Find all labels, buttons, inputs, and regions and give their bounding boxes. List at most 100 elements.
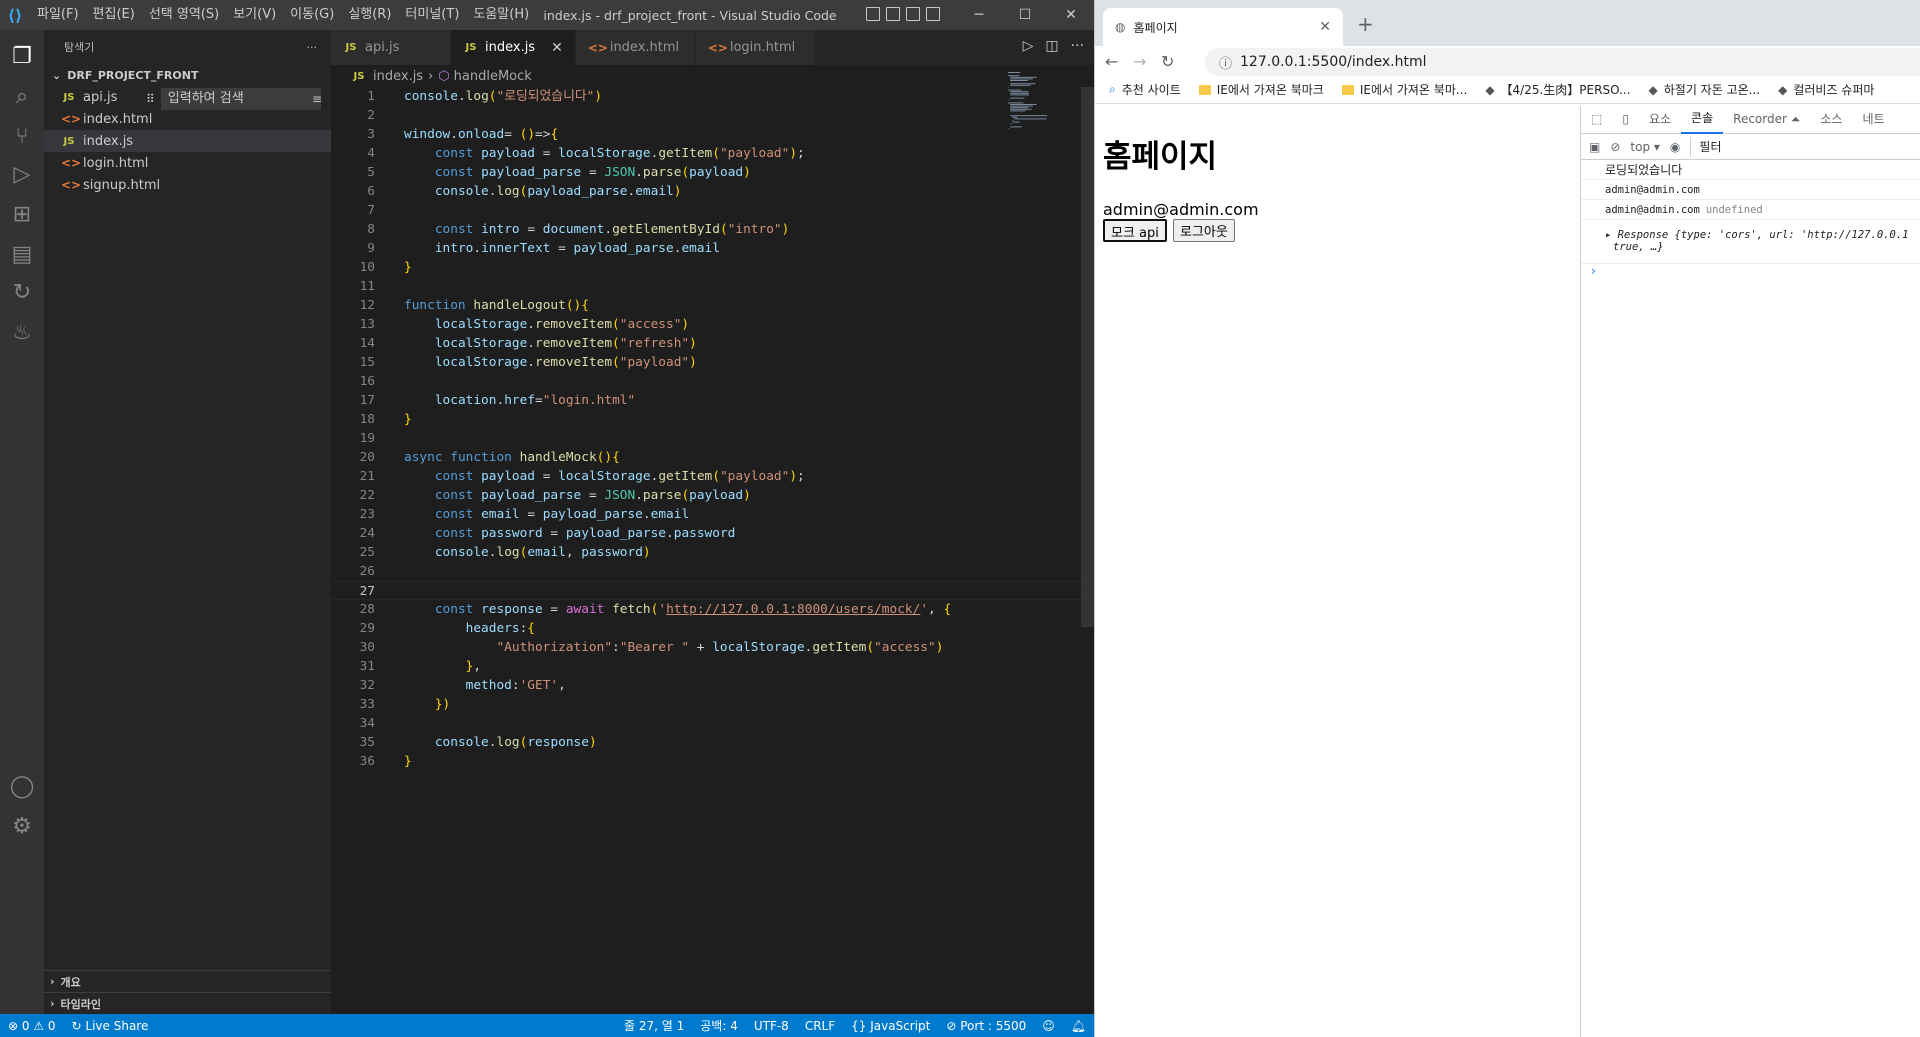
feedback-icon[interactable]: ☺ (1034, 1019, 1063, 1033)
console-filter-input[interactable]: 필터 (1690, 136, 1830, 157)
close-tab-icon[interactable]: ✕ (551, 40, 563, 56)
menu-item[interactable]: 편집(E) (86, 0, 142, 30)
live-expression-icon[interactable]: ◉ (1670, 140, 1680, 154)
toggle-sidebar-icon[interactable] (866, 7, 880, 21)
breadcrumb-symbol[interactable]: handleMock (454, 69, 532, 84)
customize-layout-icon[interactable] (926, 7, 940, 21)
file-item[interactable]: <> index.html (44, 108, 331, 130)
notifications-icon[interactable]: 🔔︎ (1063, 1019, 1094, 1033)
explorer-icon[interactable]: ❐ (8, 42, 36, 70)
back-icon[interactable]: ← (1105, 52, 1133, 71)
python-icon[interactable]: ♨ (8, 318, 36, 346)
devtools-tab[interactable]: Recorder ⏶ (1723, 106, 1810, 133)
devtools-tab[interactable]: 요소 (1639, 106, 1681, 133)
code-line[interactable]: 16 (331, 372, 1081, 391)
code-line[interactable]: 25 console.log(email, password) (331, 543, 1081, 562)
code-line[interactable]: 13 localStorage.removeItem("access") (331, 315, 1081, 334)
code-line[interactable]: 27 (331, 581, 1081, 600)
maximize-button[interactable]: ☐ (1002, 0, 1048, 30)
end-of-line[interactable]: CRLF (797, 1019, 843, 1033)
file-item[interactable]: <> signup.html (44, 174, 331, 196)
device-toolbar-icon[interactable]: ▯ (1612, 106, 1639, 133)
bookmark-item[interactable]: ◆ 【4/25.生肉】PERSO... (1485, 81, 1630, 98)
forward-icon[interactable]: → (1133, 52, 1161, 71)
bookmark-item[interactable]: IE에서 가져온 북마크 (1198, 81, 1324, 98)
mock-api-button[interactable]: 모크 api (1103, 219, 1167, 242)
logout-button[interactable]: 로그아웃 (1173, 219, 1235, 242)
close-tab-icon[interactable]: ✕ (1319, 19, 1331, 35)
code-line[interactable]: 11 (331, 277, 1081, 296)
code-line[interactable]: 35 console.log(response) (331, 733, 1081, 752)
devtools-tab[interactable]: 콘솔 (1681, 105, 1724, 134)
language-mode[interactable]: {} JavaScript (843, 1019, 938, 1033)
close-window-button[interactable]: ✕ (1048, 0, 1094, 30)
file-item[interactable]: <> login.html (44, 152, 331, 174)
code-line[interactable]: 19 (331, 429, 1081, 448)
drag-handle-icon[interactable]: ⠿ (146, 92, 155, 106)
project-folder[interactable]: ⌄ DRF_PROJECT_FRONT (44, 64, 331, 86)
editor-tab[interactable]: <> login.html (695, 30, 816, 65)
settings-gear-icon[interactable]: ⚙ (8, 812, 36, 840)
code-line[interactable]: 6 console.log(payload_parse.email) (331, 182, 1081, 201)
code-line[interactable]: 28 const response = await fetch('http://… (331, 600, 1081, 619)
run-debug-icon[interactable]: ▷ (8, 160, 36, 188)
code-line[interactable]: 33 }) (331, 695, 1081, 714)
run-icon[interactable]: ▷ (1023, 38, 1034, 54)
menu-item[interactable]: 보기(V) (226, 0, 283, 30)
minimize-button[interactable]: ─ (956, 0, 1002, 30)
code-line[interactable]: 20 async function handleMock(){ (331, 448, 1081, 467)
code-line[interactable]: 10} (331, 258, 1081, 277)
code-editor[interactable]: 1 console.log("로딩되었습니다") 2 3 window.onload= … (331, 87, 1081, 771)
inspect-element-icon[interactable]: ⬚ (1581, 106, 1612, 133)
code-line[interactable]: 21 const payload = localStorage.getItem(… (331, 467, 1081, 486)
code-line[interactable]: 2 (331, 106, 1081, 125)
extensions-icon[interactable]: ⊞ (8, 200, 36, 228)
bookmark-item[interactable]: ◆ 컬러비즈 슈퍼마 (1778, 81, 1874, 98)
editor-tab[interactable]: <> index.html (575, 30, 696, 65)
menu-item[interactable]: 터미널(T) (398, 0, 466, 30)
editor-tab[interactable]: JS index.js ✕ (451, 30, 576, 65)
file-item[interactable]: JS index.js (44, 130, 331, 152)
code-line[interactable]: 14 localStorage.removeItem("refresh") (331, 334, 1081, 353)
code-line[interactable]: 4 const payload = localStorage.getItem("… (331, 144, 1081, 163)
code-line[interactable]: 9 intro.innerText = payload_parse.email (331, 239, 1081, 258)
console-prompt-icon[interactable]: › (1581, 264, 1920, 278)
split-editor-icon[interactable]: ◫ (1045, 38, 1058, 54)
code-line[interactable]: 26 (331, 562, 1081, 581)
cursor-position[interactable]: 줄 27, 열 1 (616, 1017, 692, 1034)
code-line[interactable]: 17 location.href="login.html" (331, 391, 1081, 410)
code-line[interactable]: 34 (331, 714, 1081, 733)
code-line[interactable]: 36} (331, 752, 1081, 771)
live-share-icon[interactable]: ↻ (8, 278, 36, 306)
code-line[interactable]: 12 function handleLogout(){ (331, 296, 1081, 315)
new-tab-button[interactable]: + (1357, 12, 1374, 36)
breadcrumb-file[interactable]: index.js (373, 69, 423, 84)
devtools-tab[interactable]: 소스 (1810, 106, 1852, 133)
explorer-find-input[interactable]: 입력하여 검색 (160, 88, 321, 110)
code-line[interactable]: 15 localStorage.removeItem("payload") (331, 353, 1081, 372)
editor-tab[interactable]: JS api.js (331, 30, 451, 65)
code-line[interactable]: 18} (331, 410, 1081, 429)
code-line[interactable]: 31 }, (331, 657, 1081, 676)
console-response-object[interactable]: ▸ Response {type: 'cors', url: 'http://1… (1581, 220, 1920, 264)
indentation[interactable]: 공백: 4 (692, 1017, 746, 1034)
code-line[interactable]: 7 (331, 201, 1081, 220)
more-actions-icon[interactable]: ··· (1071, 38, 1084, 54)
browser-tab[interactable]: ◍ 홈페이지 ✕ (1103, 8, 1343, 46)
code-line[interactable]: 5 const payload_parse = JSON.parse(paylo… (331, 163, 1081, 182)
menu-item[interactable]: 실행(R) (341, 0, 398, 30)
editor-scrollbar[interactable] (1081, 87, 1094, 627)
address-bar[interactable]: ⓘ 127.0.0.1:5500/index.html (1205, 48, 1920, 76)
sidebar-toggle-icon[interactable]: ▣ (1589, 140, 1600, 154)
code-line[interactable]: 24 const password = payload_parse.passwo… (331, 524, 1081, 543)
code-line[interactable]: 30 "Authorization":"Bearer " + localStor… (331, 638, 1081, 657)
reload-icon[interactable]: ↻ (1161, 52, 1189, 71)
menu-item[interactable]: 선택 영역(S) (142, 0, 226, 30)
encoding[interactable]: UTF-8 (746, 1019, 797, 1033)
live-share-status[interactable]: ↻ Live Share (64, 1019, 157, 1033)
menu-item[interactable]: 이동(G) (283, 0, 341, 30)
accounts-icon[interactable]: ◯ (8, 772, 36, 800)
code-line[interactable]: 23 const email = payload_parse.email (331, 505, 1081, 524)
bookmark-item[interactable]: ⌕ 추천 사이트 (1109, 81, 1181, 98)
filter-icon[interactable]: ≡ (312, 92, 322, 106)
